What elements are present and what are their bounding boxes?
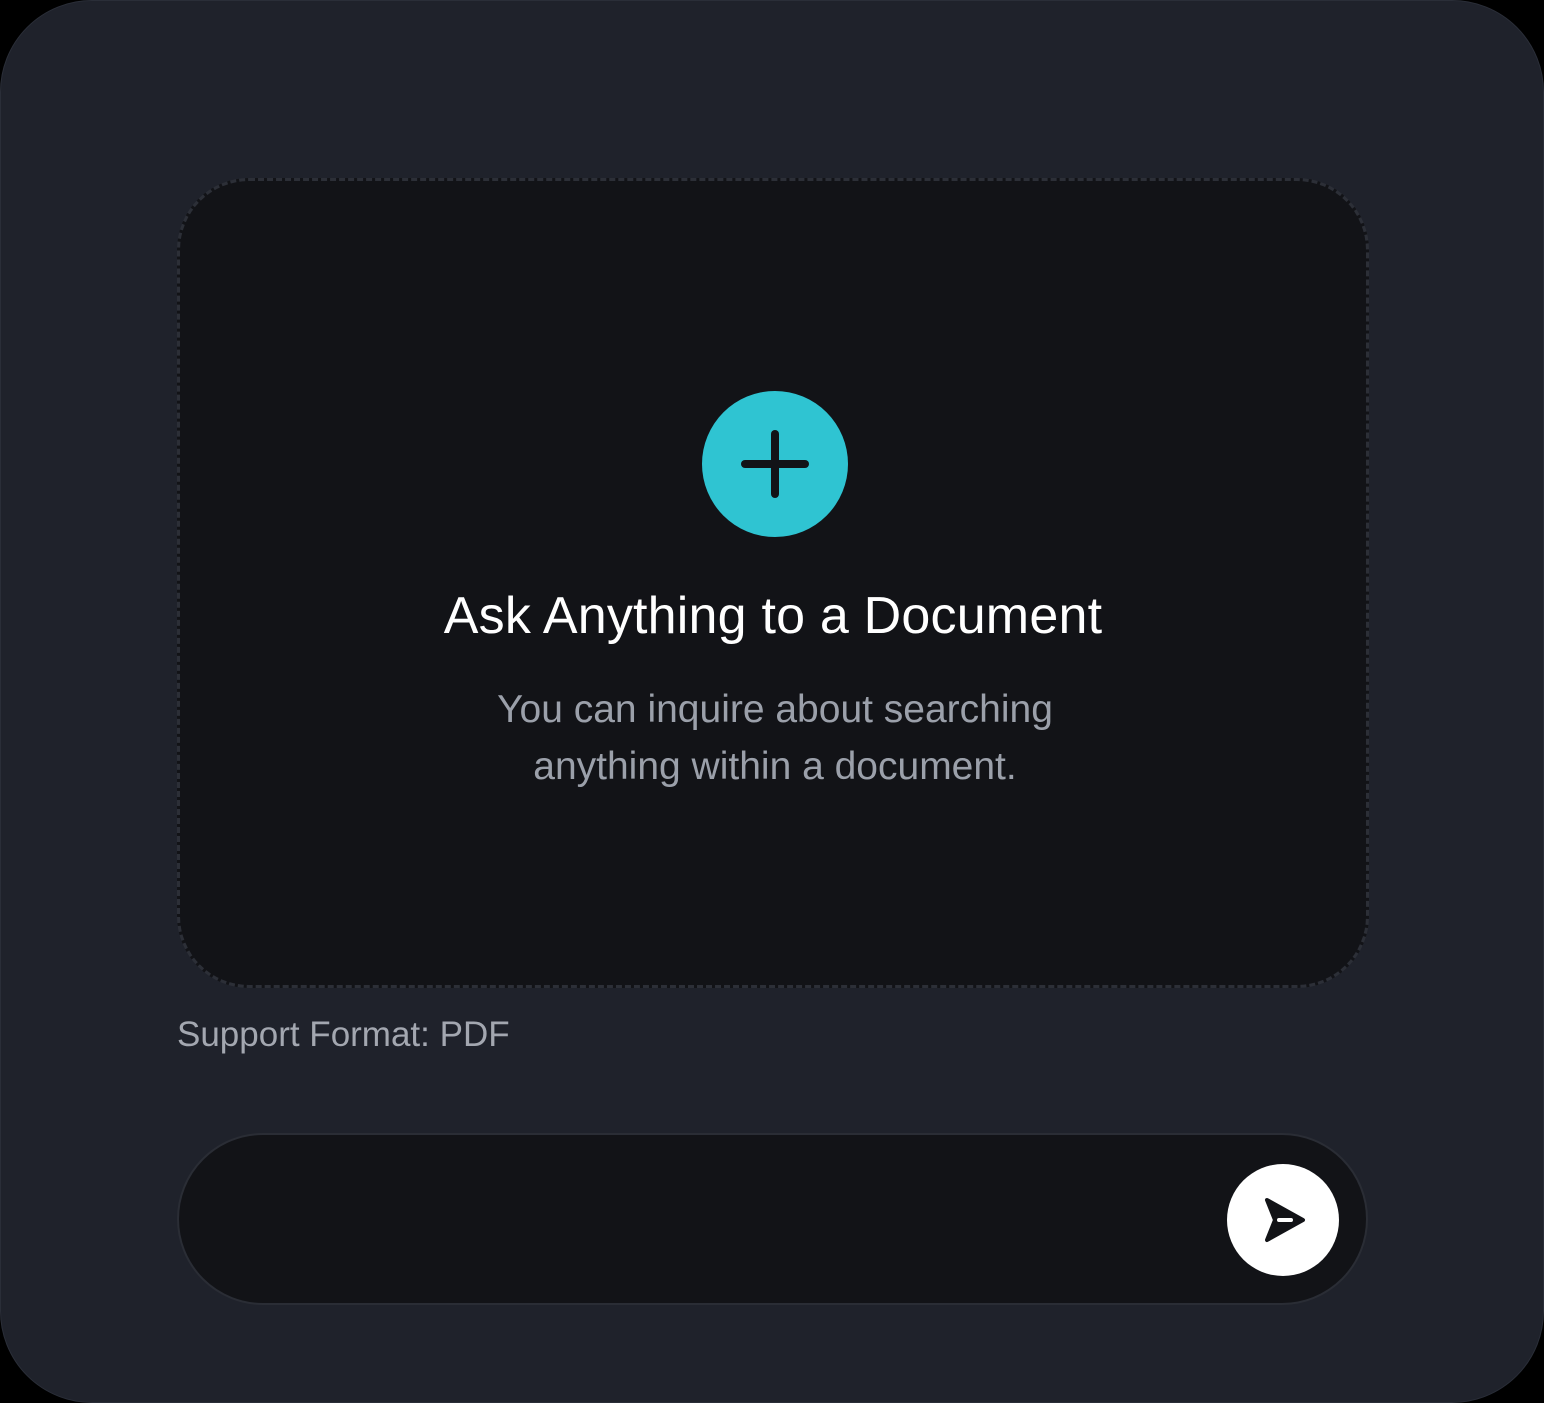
send-button[interactable] <box>1227 1164 1339 1276</box>
upload-dropzone[interactable]: Ask Anything to a Document You can inqui… <box>177 178 1369 988</box>
add-document-button[interactable] <box>702 391 848 537</box>
plus-icon <box>741 430 809 498</box>
send-arrow-icon <box>1265 1198 1305 1242</box>
upload-subtitle: You can inquire about searching anything… <box>497 688 1053 788</box>
support-format-label: Support Format: PDF <box>177 1015 510 1054</box>
document-chat-card: Ask Anything to a Document You can inqui… <box>0 0 1544 1403</box>
upload-title: Ask Anything to a Document <box>443 587 1103 645</box>
chat-input-bar <box>177 1133 1368 1305</box>
chat-input[interactable] <box>239 1175 1203 1265</box>
